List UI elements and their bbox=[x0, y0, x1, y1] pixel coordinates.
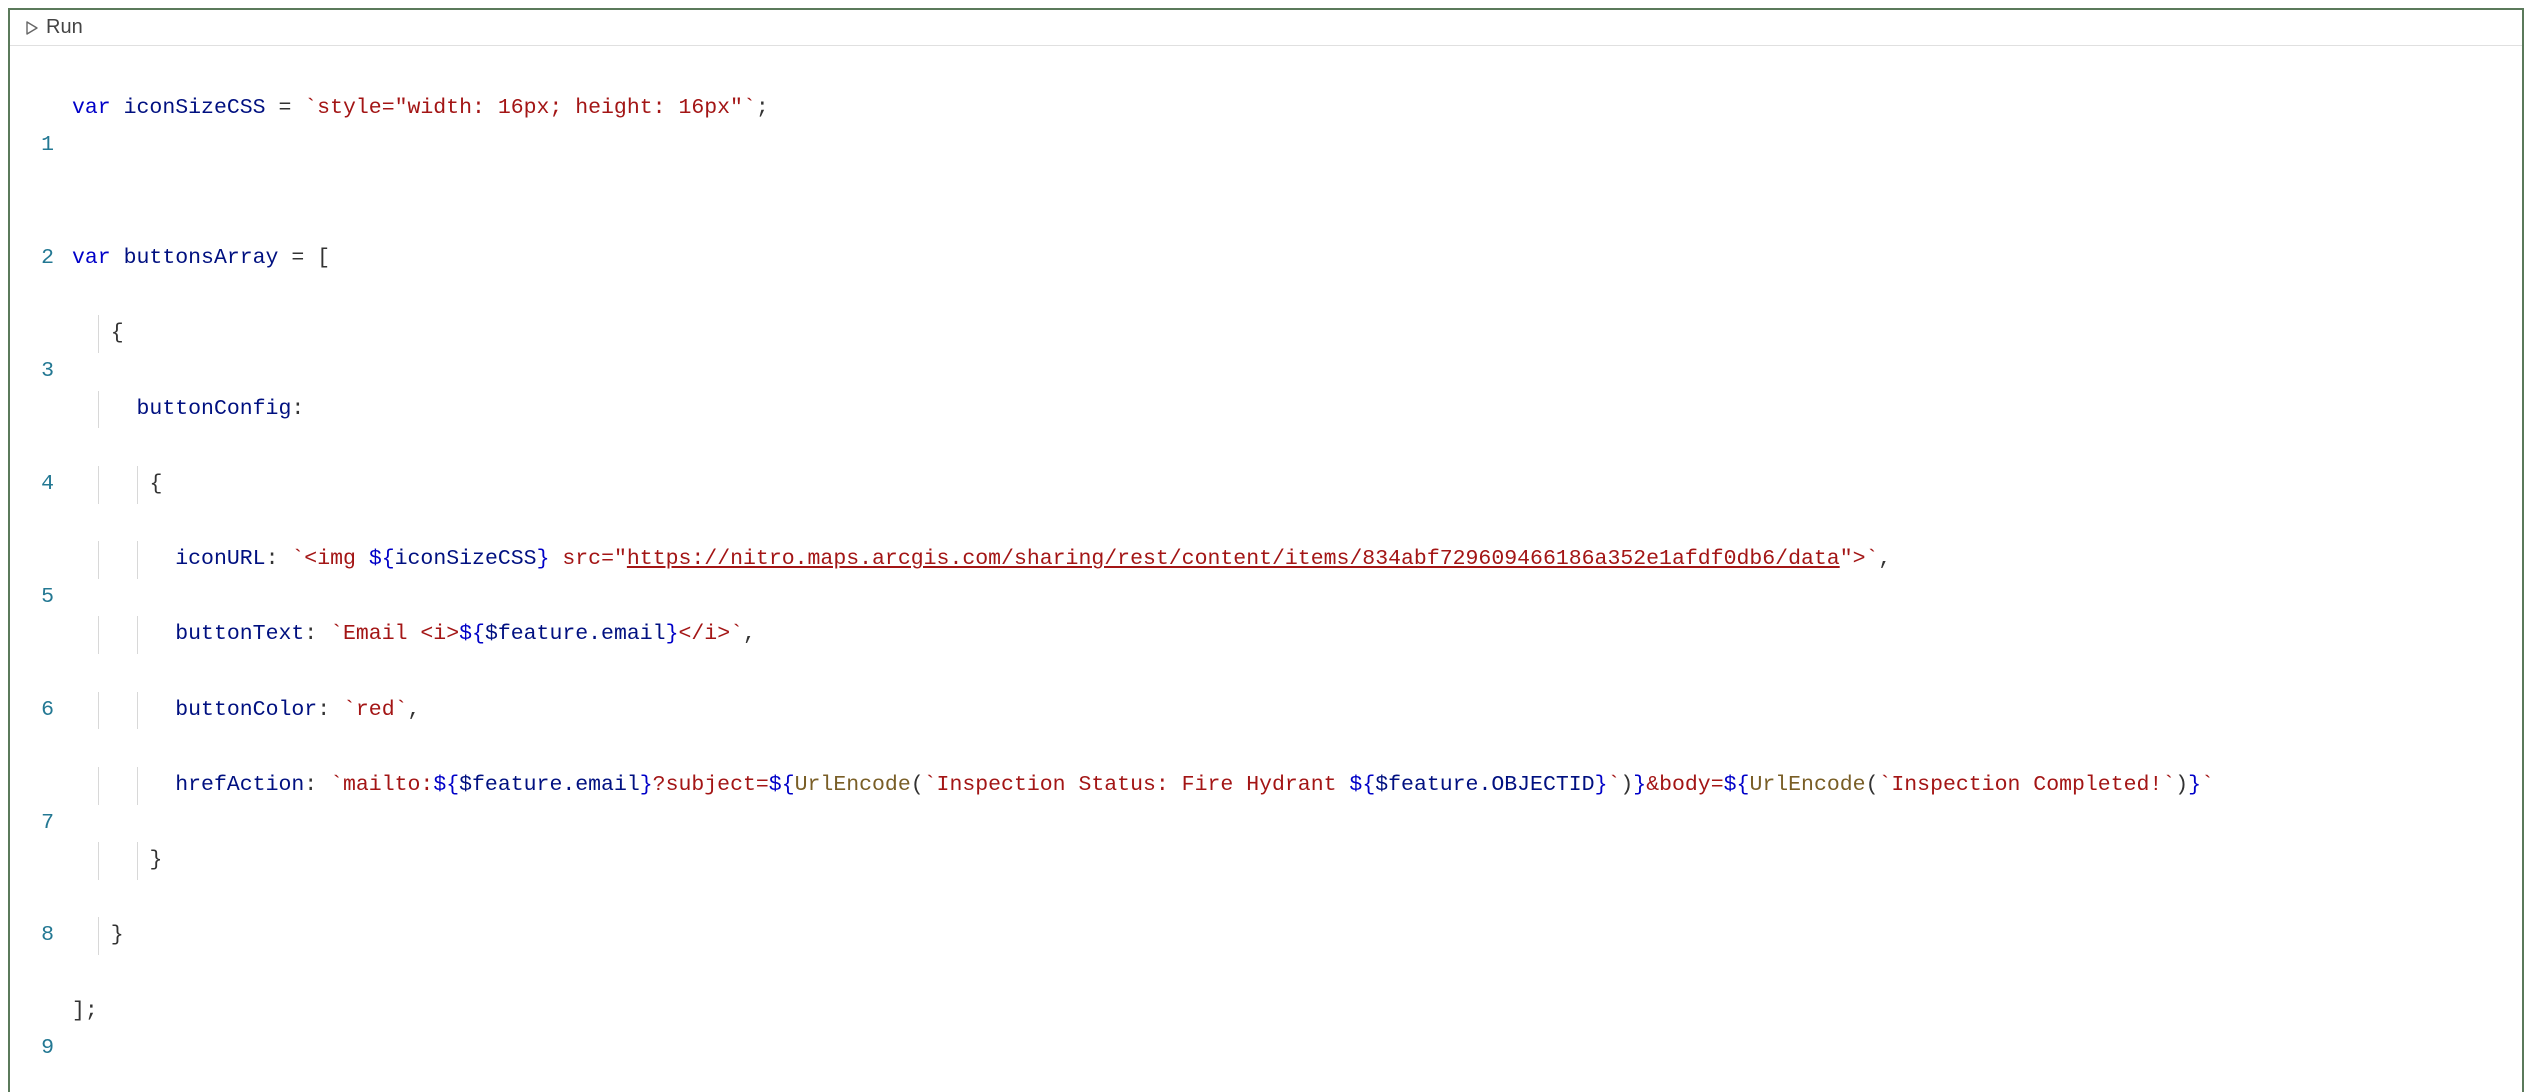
run-button-label[interactable]: Run bbox=[46, 16, 83, 39]
line-number: 9 bbox=[10, 1030, 54, 1068]
line-number: 6 bbox=[10, 692, 54, 730]
line-gutter: 1 2 3 4 5 6 7 8 9 10 11 12 13 bbox=[10, 52, 72, 1092]
editor-toolbar: Run bbox=[10, 10, 2522, 46]
line-number: 8 bbox=[10, 917, 54, 955]
code-area[interactable]: 1 2 3 4 5 6 7 8 9 10 11 12 13 var iconSi… bbox=[10, 46, 2522, 1092]
code-content[interactable]: var iconSizeCSS = `style="width: 16px; h… bbox=[72, 52, 2522, 1092]
line-number: 1 bbox=[10, 127, 54, 165]
code-editor: Run 1 2 3 4 5 6 7 8 9 10 11 12 13 var ic… bbox=[8, 8, 2524, 1092]
line-number: 5 bbox=[10, 579, 54, 617]
line-number: 3 bbox=[10, 353, 54, 391]
line-number: 7 bbox=[10, 805, 54, 843]
play-icon[interactable] bbox=[24, 20, 40, 36]
line-number: 2 bbox=[10, 240, 54, 278]
line-number: 4 bbox=[10, 466, 54, 504]
